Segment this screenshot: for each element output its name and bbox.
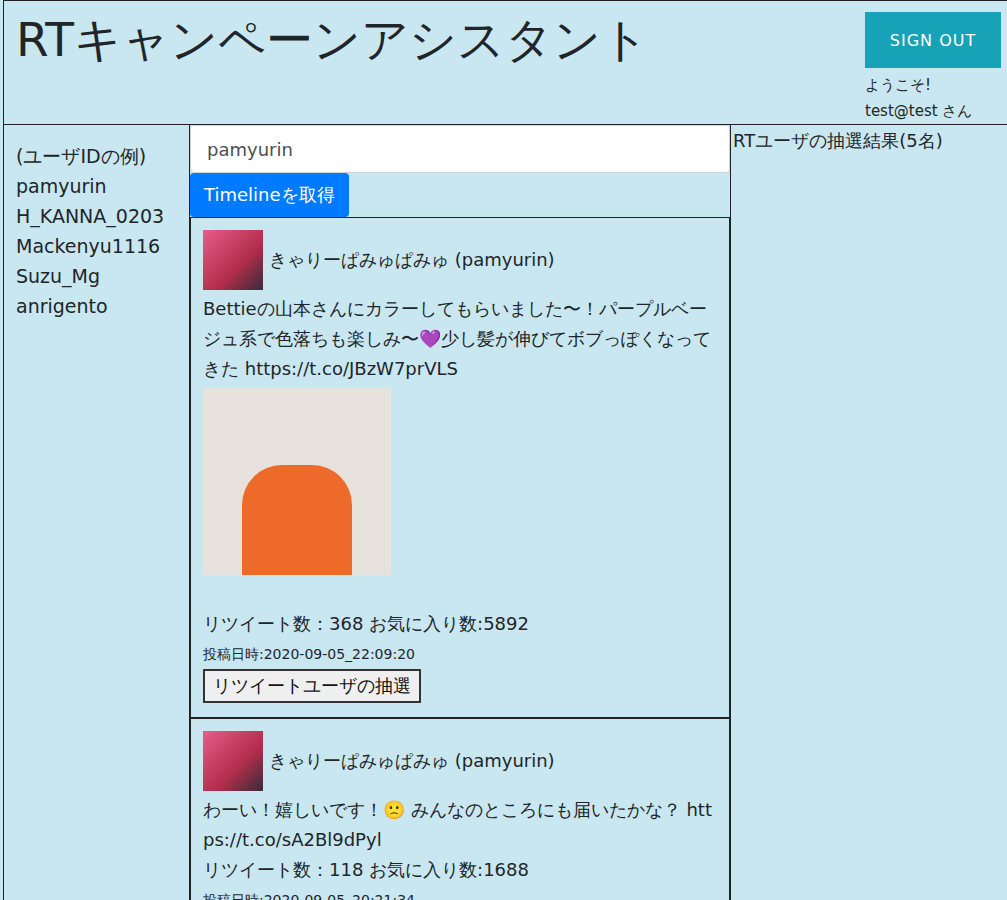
results-heading: RTユーザの抽選結果(5名) bbox=[733, 129, 1005, 152]
tweet-text: Bettieの山本さんにカラーしてもらいました〜！パープルベージュ系で色落ちも楽… bbox=[203, 294, 717, 384]
sign-out-button[interactable]: SIGN OUT bbox=[865, 12, 1001, 68]
sidebar-item: Suzu_Mg bbox=[16, 261, 177, 291]
tweet-photo bbox=[203, 388, 391, 575]
photo-figure bbox=[242, 465, 352, 575]
author-name: きゃりーぱみゅぱみゅ (pamyurin) bbox=[269, 749, 555, 773]
fetch-row: Timelineを取得 bbox=[190, 173, 730, 217]
avatar-image bbox=[203, 731, 263, 791]
draw-button[interactable]: リツイートユーザの抽選 bbox=[203, 669, 421, 703]
tweet-stats: リツイート数：118 お気に入り数:1688 bbox=[203, 855, 529, 885]
tweet-author: きゃりーぱみゅぱみゅ (pamyurin) bbox=[203, 230, 555, 290]
header: RTキャンペーンアシスタント SIGN OUT ようこそ! test@test さん bbox=[4, 0, 1007, 125]
sidebar-heading: (ユーザIDの例) bbox=[16, 141, 177, 171]
user-id-input[interactable] bbox=[190, 125, 730, 173]
tweet-card: きゃりーぱみゅぱみゅ (pamyurin) わーい！嬉しいです！🙁 みんなのところ… bbox=[190, 718, 730, 900]
tweet-date: 投稿日時:2020-09-05_22:09:20 bbox=[203, 645, 415, 663]
welcome-text: ようこそ! bbox=[865, 76, 1001, 94]
tweet-author: きゃりーぱみゅぱみゅ (pamyurin) bbox=[203, 731, 555, 791]
tweet-card: きゃりーぱみゅぱみゅ (pamyurin) Bettieの山本さんにカラーしてもら… bbox=[190, 217, 730, 718]
avatar-image bbox=[203, 230, 263, 290]
author-name: きゃりーぱみゅぱみゅ (pamyurin) bbox=[269, 248, 555, 272]
tweet-date: 投稿日時:2020-09-05_20:21:34 bbox=[203, 891, 415, 900]
tweet-stats: リツイート数：368 お気に入り数:5892 bbox=[203, 609, 529, 639]
main-columns: (ユーザIDの例)pamyurinH_KANNA_0203Mackenyu111… bbox=[4, 125, 1007, 900]
sidebar-item: Mackenyu1116 bbox=[16, 231, 177, 261]
account-panel: SIGN OUT ようこそ! test@test さん bbox=[865, 12, 1001, 124]
fetch-timeline-button[interactable]: Timelineを取得 bbox=[190, 173, 349, 217]
sidebar-item: anrigento bbox=[16, 291, 177, 321]
app-title: RTキャンペーンアシスタント bbox=[16, 7, 649, 124]
results-panel: RTユーザの抽選結果(5名) bbox=[731, 125, 1007, 900]
timeline-column: Timelineを取得きゃりーぱみゅぱみゅ (pamyurin) Bettieの山… bbox=[190, 125, 731, 900]
sidebar-item: H_KANNA_0203 bbox=[16, 201, 177, 231]
user-text: test@test さん bbox=[865, 102, 1001, 120]
page: RTキャンペーンアシスタント SIGN OUT ようこそ! test@test さん (… bbox=[3, 0, 1007, 900]
tweet-text: わーい！嬉しいです！🙁 みんなのところにも届いたかな？ https://t.co… bbox=[203, 795, 717, 855]
sidebar: (ユーザIDの例)pamyurinH_KANNA_0203Mackenyu111… bbox=[4, 125, 190, 900]
sidebar-item: pamyurin bbox=[16, 171, 177, 201]
